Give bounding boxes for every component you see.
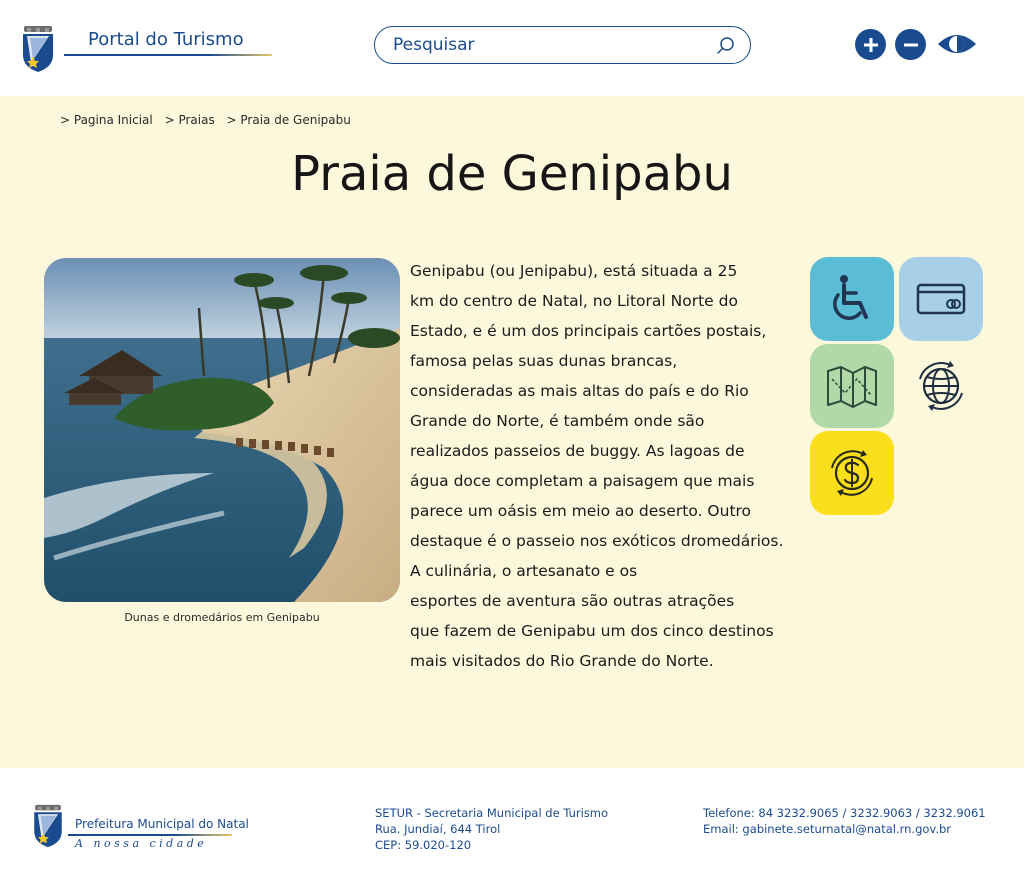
footer-cep: CEP: 59.020-120 [375,838,472,852]
zoom-in-button[interactable] [855,29,886,60]
footer-divider [68,834,232,836]
description-line: Estado, e é um dos principais cartões po… [410,322,767,340]
credit-card-icon [916,283,966,315]
description-line: A culinária, o artesanato e os [410,562,638,580]
beach-description: Genipabu (ou Jenipabu), está situada a 2… [410,256,815,676]
contrast-eye-icon[interactable] [937,30,977,58]
wheelchair-icon [833,275,868,320]
main-content: > Pagina Inicial > Praias > Praia de Gen… [0,96,1024,768]
description-line: famosa pelas suas dunas brancas, [410,352,678,370]
description-line: que fazem de Genipabu um dos cinco desti… [410,622,774,640]
footer-contact: Telefone: 84 3232.9065 / 3232.9063 / 323… [703,805,986,837]
zoom-out-button[interactable] [895,29,926,60]
description-line: parece um oásis em meio ao deserto. Outr… [410,502,752,520]
breadcrumb: > Pagina Inicial > Praias > Praia de Gen… [60,113,359,127]
map-icon [827,366,877,408]
footer-phone: Telefone: 84 3232.9065 / 3232.9063 / 323… [703,806,986,820]
logo-underline [64,54,272,56]
globe-icon [919,361,963,411]
photo-caption: Dunas e dromedários em Genipabu [124,611,320,624]
footer-org-name: Prefeitura Municipal do Natal [75,817,249,831]
city-crest-icon[interactable] [21,25,55,73]
search-box [374,26,751,64]
description-line: destaque é o passeio nos exóticos dromed… [410,532,784,550]
breadcrumb-praias[interactable]: > Praias [165,113,215,127]
description-line: Genipabu (ou Jenipabu), está situada a 2… [410,262,738,280]
footer-street: Rua. Jundiaí, 644 Tirol [375,822,501,836]
language-tile[interactable] [899,344,983,428]
currency-exchange-tile[interactable] [810,431,894,515]
breadcrumb-current: > Praia de Genipabu [226,113,351,127]
page-title: Praia de Genipabu [291,146,733,202]
search-input[interactable] [393,33,693,57]
search-icon[interactable] [716,36,736,56]
city-crest-icon [34,804,62,848]
footer-address: SETUR - Secretaria Municipal de Turismo … [375,805,608,853]
map-tile[interactable] [810,344,894,428]
footer-motto: A nossa cidade [75,837,208,850]
site-header: Portal do Turismo [0,0,1024,96]
zoom-in-icon [863,37,878,52]
footer-setur-name: SETUR - Secretaria Municipal de Turismo [375,806,609,820]
zoom-out-icon [903,43,918,46]
portal-title[interactable]: Portal do Turismo [88,29,244,50]
accessibility-tile[interactable] [810,257,894,341]
description-line: mais visitados do Rio Grande do Norte. [410,652,714,670]
description-line: esportes de aventura são outras atrações [410,592,735,610]
currency-exchange-icon [831,450,873,496]
beach-photo [44,258,400,602]
description-line: km do centro de Natal, no Litoral Norte … [410,292,738,310]
description-line: realizados passeios de buggy. As lagoas … [410,442,745,460]
description-line: Grande do Norte, é também onde são [410,412,705,430]
footer-email[interactable]: Email: gabinete.seturnatal@natal.rn.gov.… [703,821,986,837]
site-footer: Prefeitura Municipal do Natal A nossa ci… [0,768,1024,886]
payment-card-tile[interactable] [899,257,983,341]
description-line: consideradas as mais altas do país e do … [410,382,749,400]
breadcrumb-home[interactable]: > Pagina Inicial [60,113,153,127]
description-line: água doce completam a paisagem que mais [410,472,755,490]
